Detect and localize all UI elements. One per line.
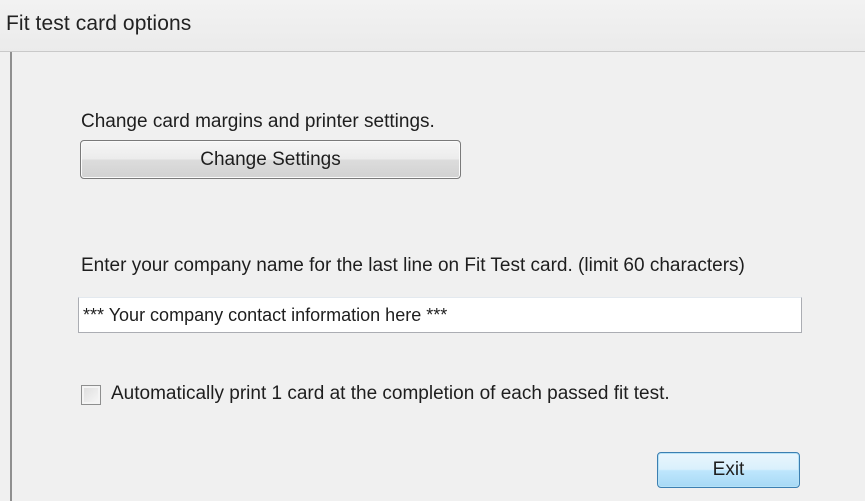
change-settings-button-label: Change Settings xyxy=(200,148,341,170)
settings-label: Change card margins and printer settings… xyxy=(81,111,435,132)
exit-button-label: Exit xyxy=(712,459,745,480)
change-settings-button[interactable]: Change Settings xyxy=(80,140,461,179)
title-bar[interactable]: Fit test card options xyxy=(0,0,865,52)
company-name-input[interactable] xyxy=(78,297,802,333)
exit-button[interactable]: Exit xyxy=(657,452,800,488)
company-name-label: Enter your company name for the last lin… xyxy=(81,255,745,276)
auto-print-checkbox[interactable] xyxy=(81,385,101,405)
dialog-body: Change card margins and printer settings… xyxy=(10,52,865,501)
fit-test-card-options-window: Fit test card options Change card margin… xyxy=(0,0,865,501)
window-title: Fit test card options xyxy=(6,12,192,35)
auto-print-label[interactable]: Automatically print 1 card at the comple… xyxy=(111,383,670,405)
